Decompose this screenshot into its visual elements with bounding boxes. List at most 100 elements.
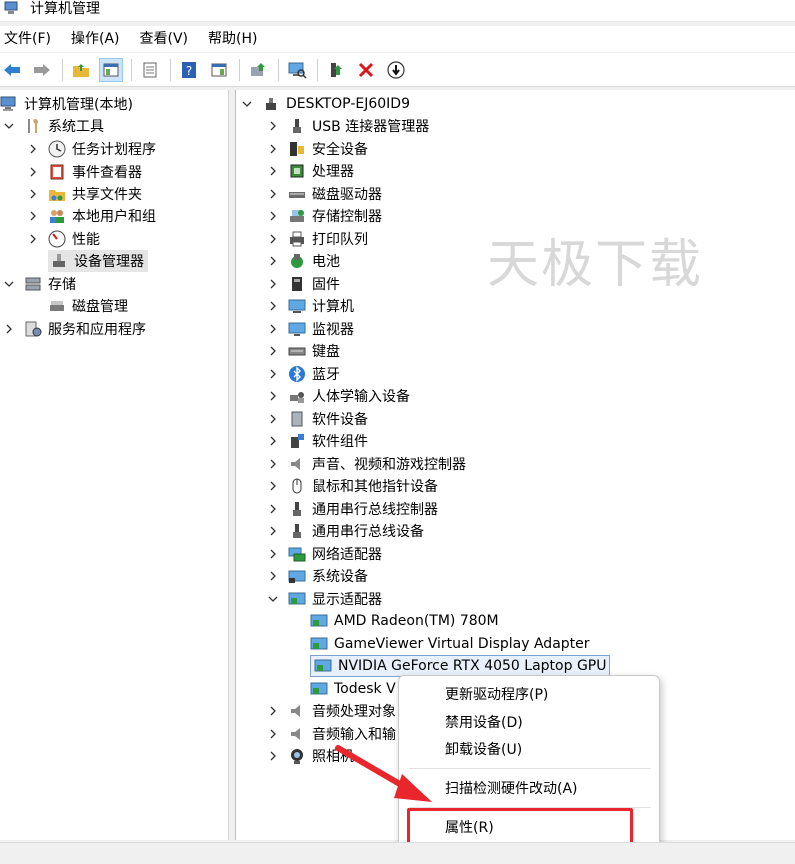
- menu-file[interactable]: 文件(F): [0, 27, 57, 51]
- display-adapter-item[interactable]: Todesk V: [310, 678, 396, 700]
- tree-item-performance[interactable]: 性能: [26, 228, 100, 250]
- tree-item-task-scheduler[interactable]: 任务计划程序: [26, 138, 156, 160]
- chevron-right-icon[interactable]: [266, 367, 280, 381]
- device-category[interactable]: 音频处理对象: [266, 700, 396, 722]
- chevron-right-icon[interactable]: [266, 232, 280, 246]
- device-category[interactable]: 声音、视频和游戏控制器: [266, 453, 466, 475]
- battery-icon: [288, 252, 306, 270]
- enable-device-icon[interactable]: [324, 58, 348, 82]
- scan-hardware-icon[interactable]: [285, 58, 309, 82]
- chevron-right-icon[interactable]: [26, 232, 40, 246]
- show-tree-icon[interactable]: [99, 57, 123, 82]
- disk-drive-icon: [288, 185, 306, 203]
- device-category[interactable]: 计算机: [266, 295, 354, 317]
- chevron-down-icon[interactable]: [2, 277, 16, 291]
- device-category[interactable]: 通用串行总线控制器: [266, 498, 438, 520]
- device-category[interactable]: 软件设备: [266, 408, 368, 430]
- tree-item-system-tools[interactable]: 系统工具: [2, 115, 104, 137]
- device-category[interactable]: 鼠标和其他指针设备: [266, 475, 438, 497]
- chevron-right-icon[interactable]: [266, 547, 280, 561]
- menu-help[interactable]: 帮助(H): [202, 27, 263, 51]
- tree-item-local-users[interactable]: 本地用户和组: [26, 205, 156, 227]
- computer-icon: [262, 95, 280, 113]
- chevron-right-icon[interactable]: [266, 322, 280, 336]
- chevron-right-icon[interactable]: [266, 254, 280, 268]
- device-category[interactable]: USB 连接器管理器: [266, 115, 429, 137]
- device-category[interactable]: 监视器: [266, 318, 354, 340]
- tree-item-storage[interactable]: 存储: [2, 273, 76, 295]
- up-folder-icon[interactable]: [69, 58, 93, 82]
- chevron-right-icon[interactable]: [266, 142, 280, 156]
- chevron-right-icon[interactable]: [266, 412, 280, 426]
- speaker-icon: [288, 725, 306, 743]
- chevron-right-icon[interactable]: [2, 322, 16, 336]
- device-category[interactable]: 网络适配器: [266, 543, 382, 565]
- device-category[interactable]: 固件: [266, 273, 340, 295]
- tree-item-device-manager[interactable]: 设备管理器: [48, 250, 148, 272]
- chevron-right-icon[interactable]: [266, 704, 280, 718]
- monitor-icon: [288, 320, 306, 338]
- chevron-right-icon[interactable]: [26, 187, 40, 201]
- chevron-right-icon[interactable]: [266, 749, 280, 763]
- display-adapter-item[interactable]: GameViewer Virtual Display Adapter: [310, 633, 590, 655]
- chevron-right-icon[interactable]: [266, 569, 280, 583]
- chevron-right-icon[interactable]: [266, 524, 280, 538]
- update-driver-icon[interactable]: [246, 58, 270, 82]
- device-category[interactable]: 处理器: [266, 160, 354, 182]
- display-adapter-item[interactable]: AMD Radeon(TM) 780M: [310, 610, 499, 632]
- chevron-right-icon[interactable]: [266, 209, 280, 223]
- properties-sheet-icon[interactable]: [138, 58, 162, 82]
- chevron-down-icon[interactable]: [240, 97, 254, 111]
- menu-view[interactable]: 查看(V): [134, 27, 195, 51]
- forward-icon[interactable]: [30, 58, 54, 82]
- device-category[interactable]: 蓝牙: [266, 363, 340, 385]
- device-category[interactable]: 安全设备: [266, 138, 368, 160]
- menu-update-driver[interactable]: 更新驱动程序(P): [399, 681, 661, 709]
- computer-icon: [288, 297, 306, 315]
- firmware-icon: [288, 275, 306, 293]
- chevron-right-icon[interactable]: [266, 187, 280, 201]
- chevron-right-icon[interactable]: [26, 165, 40, 179]
- device-category[interactable]: 显示适配器: [266, 588, 382, 610]
- device-category[interactable]: 键盘: [266, 340, 340, 362]
- device-category[interactable]: 通用串行总线设备: [266, 520, 424, 542]
- tree-item-event-viewer[interactable]: 事件查看器: [26, 161, 142, 183]
- device-category[interactable]: 软件组件: [266, 430, 368, 452]
- chevron-right-icon[interactable]: [266, 119, 280, 133]
- device-category[interactable]: 磁盘驱动器: [266, 183, 382, 205]
- chevron-right-icon[interactable]: [266, 389, 280, 403]
- chevron-right-icon[interactable]: [266, 727, 280, 741]
- speaker-icon: [288, 702, 306, 720]
- chevron-right-icon[interactable]: [266, 277, 280, 291]
- chevron-right-icon[interactable]: [266, 434, 280, 448]
- device-category[interactable]: 打印队列: [266, 228, 368, 250]
- device-category[interactable]: 电池: [266, 250, 340, 272]
- chevron-right-icon[interactable]: [266, 502, 280, 516]
- menu-disable-device[interactable]: 禁用设备(D): [399, 709, 661, 737]
- chevron-right-icon[interactable]: [26, 209, 40, 223]
- display-adapter-item[interactable]: NVIDIA GeForce RTX 4050 Laptop GPU: [310, 655, 611, 677]
- chevron-right-icon[interactable]: [266, 479, 280, 493]
- device-tree-root[interactable]: DESKTOP-EJ60ID9: [240, 93, 410, 115]
- tree-item-shared-folders[interactable]: 共享文件夹: [26, 183, 142, 205]
- device-category[interactable]: 人体学输入设备: [266, 385, 410, 407]
- chevron-right-icon[interactable]: [266, 457, 280, 471]
- disable-device-icon[interactable]: [384, 58, 408, 82]
- chevron-down-icon[interactable]: [266, 592, 280, 606]
- chevron-right-icon[interactable]: [26, 142, 40, 156]
- tree-item-disk-management[interactable]: 磁盘管理: [48, 295, 128, 317]
- chevron-right-icon[interactable]: [266, 299, 280, 313]
- tree-item-root[interactable]: 计算机管理(本地): [0, 93, 133, 115]
- show-pane-icon[interactable]: [207, 58, 231, 82]
- device-category[interactable]: 存储控制器: [266, 205, 382, 227]
- device-category[interactable]: 系统设备: [266, 565, 368, 587]
- uninstall-icon[interactable]: [354, 58, 378, 82]
- chevron-right-icon[interactable]: [266, 164, 280, 178]
- back-icon[interactable]: [0, 58, 24, 82]
- menu-action[interactable]: 操作(A): [65, 27, 126, 51]
- chevron-down-icon[interactable]: [2, 119, 16, 133]
- tree-item-services-apps[interactable]: 服务和应用程序: [2, 318, 146, 340]
- console-tree-pane: 计算机管理(本地) 系统工具 任务计划程序 事件查看器 共享文件夹 本地用户和组…: [0, 90, 229, 840]
- help-icon[interactable]: ?: [177, 58, 201, 82]
- chevron-right-icon[interactable]: [266, 344, 280, 358]
